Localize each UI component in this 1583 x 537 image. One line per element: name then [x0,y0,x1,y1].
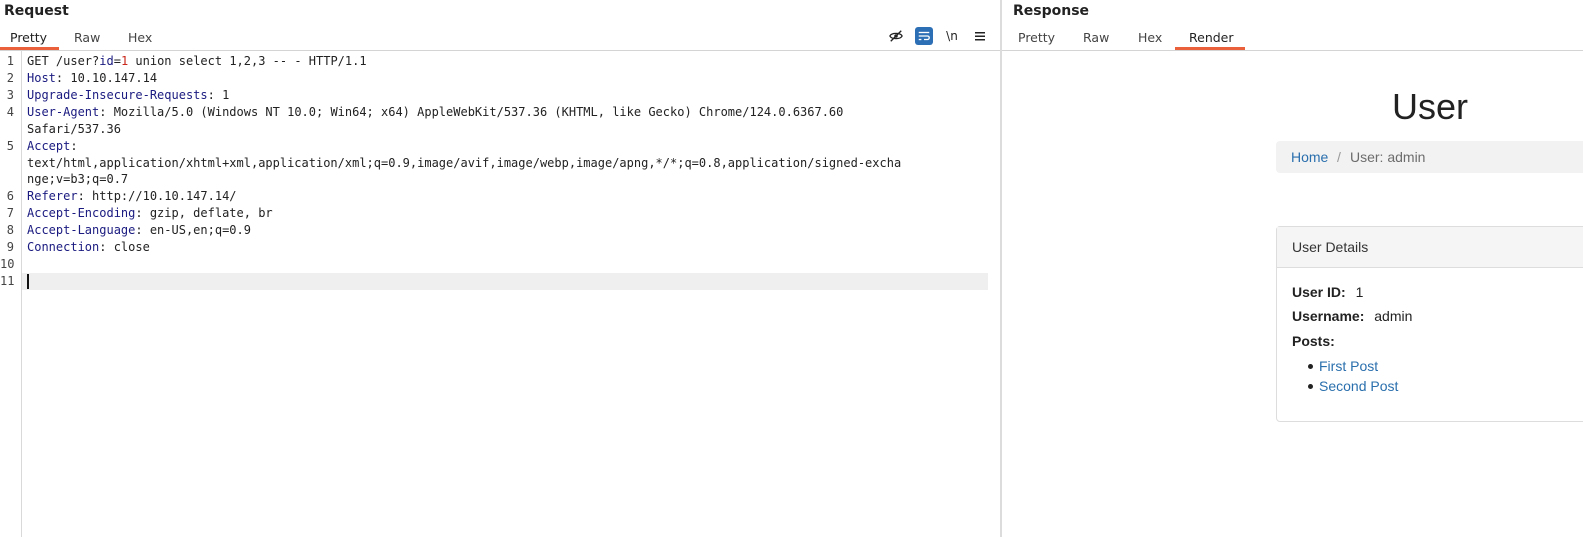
bullet-icon [1308,384,1313,389]
header-value: : http://10.10.147.14/ [77,189,237,203]
tab-pretty[interactable]: Pretty [1018,30,1055,45]
query-equals: = [113,54,121,68]
line-number: 9 [6,240,14,254]
request-line[interactable]: GET /user?id=1 union select 1,2,3 -- - H… [27,54,367,68]
user-id-value: 1 [1355,284,1364,300]
username-row: Username: admin [1292,308,1412,324]
header-name: Accept-Language [27,223,136,237]
header-value: : gzip, deflate, br [135,206,273,220]
current-line-highlight [22,273,988,290]
post-link[interactable]: First Post [1319,358,1378,374]
header-line[interactable]: Accept: [27,139,78,153]
line-number: 1 [6,54,14,68]
line-number: 4 [6,105,14,119]
request-title: Request [4,3,69,19]
active-tab-indicator [0,47,59,50]
header-line[interactable]: Accept-Encoding: gzip, deflate, br [27,206,273,220]
header-name: Accept [27,139,71,153]
user-id-label: User ID: [1292,284,1346,300]
tab-pretty[interactable]: Pretty [10,30,47,45]
header-line-wrap: text/html,application/xhtml+xml,applicat… [27,156,902,170]
breadcrumb-separator: / [1337,149,1341,165]
page-title: User [1392,86,1469,127]
response-pane: Response Pretty Raw Hex Render User Home… [1002,0,1583,537]
line-number: 3 [6,88,14,102]
active-tab-indicator [1175,47,1245,50]
header-value: : close [99,240,150,254]
user-id-row: User ID: 1 [1292,284,1363,300]
wrap-lines-icon[interactable] [915,27,933,45]
eye-slash-icon[interactable] [887,27,905,45]
header-line[interactable]: User-Agent: Mozilla/5.0 (Windows NT 10.0… [27,105,843,119]
header-line[interactable]: Connection: close [27,240,150,254]
card-header: User Details [1277,227,1583,268]
card-title: User Details [1292,239,1369,255]
posts-label: Posts: [1292,333,1335,349]
header-name: Upgrade-Insecure-Requests [27,88,208,102]
breadcrumb: Home / User: admin [1276,141,1583,173]
tab-render[interactable]: Render [1189,30,1234,45]
line-number: 10 [0,257,15,271]
line-number: 8 [6,223,14,237]
line-number-gutter [0,51,22,537]
newline-toggle-button[interactable]: \n [943,27,961,45]
tab-hex[interactable]: Hex [128,30,152,45]
line-number: 11 [0,274,15,288]
header-name: User-Agent [27,105,100,119]
header-line[interactable]: Upgrade-Insecure-Requests: 1 [27,88,229,102]
header-name: Referer [27,189,78,203]
tab-hex[interactable]: Hex [1138,30,1162,45]
tab-raw[interactable]: Raw [74,30,100,45]
header-name: Connection [27,240,100,254]
hamburger-menu-icon[interactable] [971,27,989,45]
response-title: Response [1013,3,1090,19]
breadcrumb-home-link[interactable]: Home [1291,149,1328,165]
line-number: 5 [6,139,14,153]
header-value: : [70,139,78,153]
header-value: : Mozilla/5.0 (Windows NT 10.0; Win64; x… [99,105,844,119]
header-value: : 1 [207,88,230,102]
header-line-wrap: nge;v=b3;q=0.7 [27,172,129,186]
header-line[interactable]: Host: 10.10.147.14 [27,71,157,85]
query-param-name: id [99,54,114,68]
posts-row: Posts: [1292,333,1335,349]
bullet-icon [1308,364,1313,369]
request-line-rest: union select 1,2,3 -- - HTTP/1.1 [128,54,367,68]
header-value: : 10.10.147.14 [55,71,158,85]
header-line[interactable]: Accept-Language: en-US,en;q=0.9 [27,223,251,237]
header-name: Host [27,71,56,85]
response-tabs: Pretty Raw Hex Render [1002,26,1583,51]
breadcrumb-current: User: admin [1350,149,1426,165]
username-label: Username: [1292,308,1365,324]
line-number: 6 [6,189,14,203]
post-link[interactable]: Second Post [1319,378,1398,394]
line-number: 2 [6,71,14,85]
username-value: admin [1374,308,1413,324]
header-name: Accept-Encoding [27,206,136,220]
tab-raw[interactable]: Raw [1083,30,1109,45]
request-pane: Request Pretty Raw Hex \n 1 2 3 4 5 6 7 … [0,0,1000,537]
user-details-card: User Details User ID: 1 Username: admin … [1276,226,1583,422]
text-caret [27,274,29,289]
line-number: 7 [6,206,14,220]
request-method-path: GET /user? [27,54,100,68]
header-line-wrap: Safari/537.36 [27,122,121,136]
header-value: : en-US,en;q=0.9 [135,223,251,237]
header-line[interactable]: Referer: http://10.10.147.14/ [27,189,237,203]
request-tabs: Pretty Raw Hex [0,26,1000,51]
